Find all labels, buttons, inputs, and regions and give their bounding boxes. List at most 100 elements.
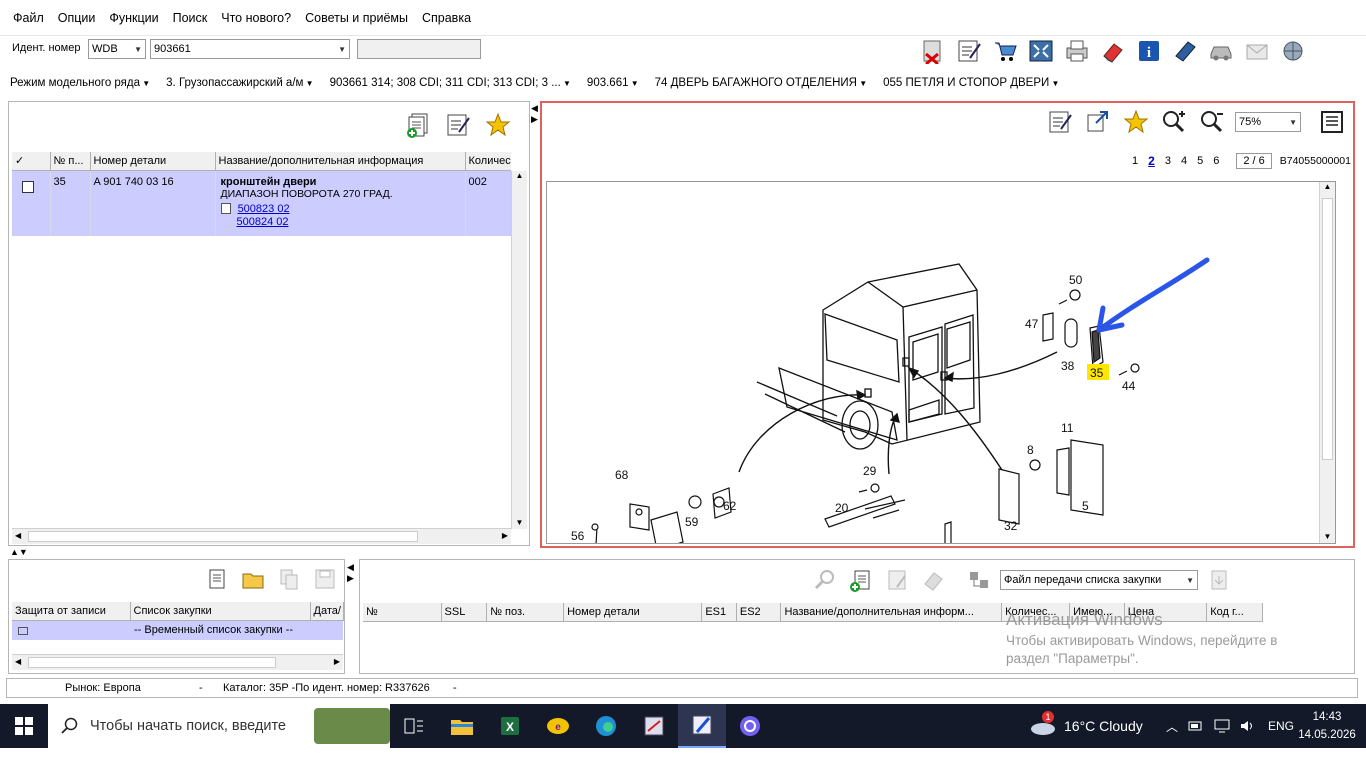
star-icon[interactable] bbox=[1121, 107, 1151, 137]
zoom-out-icon[interactable] bbox=[1197, 107, 1227, 137]
edge-icon[interactable] bbox=[582, 704, 630, 748]
page-link[interactable]: 1 bbox=[1132, 155, 1138, 167]
menu-tips[interactable]: Советы и приёмы bbox=[305, 11, 408, 25]
delete-icon[interactable] bbox=[918, 36, 948, 66]
breadcrumb-item[interactable]: 055 ПЕТЛЯ И СТОПОР ДВЕРИ bbox=[883, 77, 1059, 89]
volume-icon[interactable] bbox=[1240, 719, 1254, 733]
col-part-number[interactable]: Номер детали bbox=[90, 152, 216, 171]
col-part-number[interactable]: Номер детали bbox=[563, 603, 703, 622]
car-icon[interactable] bbox=[1206, 36, 1236, 66]
info-icon[interactable]: i bbox=[1134, 36, 1164, 66]
row-link[interactable]: 500824 02 bbox=[237, 216, 289, 228]
viber-icon[interactable] bbox=[726, 704, 774, 748]
transfer-file-select[interactable]: Файл передачи списка закупки ▼ bbox=[1000, 570, 1198, 590]
col-pos[interactable]: № поз. bbox=[486, 603, 565, 622]
edit-list-icon[interactable] bbox=[954, 36, 984, 66]
page-link[interactable]: 6 bbox=[1213, 155, 1219, 167]
col-ssl[interactable]: SSL bbox=[441, 603, 488, 622]
eraser-icon[interactable] bbox=[1098, 36, 1128, 66]
globe-icon[interactable] bbox=[1278, 36, 1308, 66]
col-write-protect[interactable]: Защита от записи bbox=[12, 602, 131, 621]
copy-icon[interactable] bbox=[274, 564, 304, 594]
language-indicator[interactable]: ENG bbox=[1268, 719, 1294, 733]
col-available[interactable]: Имею... bbox=[1069, 603, 1125, 622]
weather-widget[interactable]: 1 16°C Cloudy bbox=[1030, 704, 1143, 748]
book-icon[interactable] bbox=[1170, 36, 1200, 66]
edit-list-icon[interactable] bbox=[1045, 107, 1075, 137]
col-es1[interactable]: ES1 bbox=[701, 603, 737, 622]
app-icon[interactable]: e bbox=[534, 704, 582, 748]
col-es2[interactable]: ES2 bbox=[736, 603, 782, 622]
fullscreen-icon[interactable] bbox=[1026, 36, 1056, 66]
app-window-icon[interactable] bbox=[630, 704, 678, 748]
transfer-icon[interactable] bbox=[964, 565, 994, 595]
breadcrumb-item[interactable]: 903.661 bbox=[587, 77, 639, 89]
page-link[interactable]: 4 bbox=[1181, 155, 1187, 167]
open-folder-icon[interactable] bbox=[238, 564, 268, 594]
edit-list-icon[interactable] bbox=[882, 565, 912, 595]
col-pos[interactable]: № п... bbox=[50, 152, 91, 171]
menu-functions[interactable]: Функции bbox=[109, 11, 158, 25]
row-link[interactable]: 500823 02 bbox=[238, 203, 290, 215]
eraser-icon[interactable] bbox=[918, 565, 948, 595]
splitter-handle[interactable]: ◀ ▶ bbox=[531, 103, 539, 129]
taskbar-search[interactable]: Чтобы начать поиск, введите bbox=[48, 704, 390, 748]
breadcrumb-item[interactable]: 74 ДВЕРЬ БАГАЖНОГО ОТДЕЛЕНИЯ bbox=[655, 77, 868, 89]
parts-vscrollbar[interactable]: ▲ ▼ bbox=[511, 171, 527, 529]
cart-icon[interactable] bbox=[990, 36, 1020, 66]
splitter-handle[interactable]: ▲▼ bbox=[10, 547, 40, 557]
row-checkbox[interactable] bbox=[22, 180, 34, 193]
battery-icon[interactable] bbox=[1188, 720, 1204, 732]
print-icon[interactable] bbox=[1062, 36, 1092, 66]
col-qty[interactable]: Количес... bbox=[1001, 603, 1071, 622]
chevron-up-icon[interactable]: ︿ bbox=[1166, 718, 1178, 735]
page-link[interactable]: 3 bbox=[1165, 155, 1171, 167]
menu-options[interactable]: Опции bbox=[58, 11, 96, 25]
menu-whats-new[interactable]: Что нового? bbox=[221, 11, 291, 25]
col-code[interactable]: Код г... bbox=[1206, 603, 1263, 622]
legend-icon[interactable] bbox=[1317, 107, 1347, 137]
add-to-list-icon[interactable] bbox=[403, 110, 433, 140]
network-icon[interactable] bbox=[1214, 719, 1230, 733]
add-to-list-icon[interactable] bbox=[846, 565, 876, 595]
shopping-hscrollbar[interactable]: ◀ ▶ bbox=[12, 654, 343, 670]
search-parts-icon[interactable] bbox=[810, 565, 840, 595]
save-icon[interactable] bbox=[310, 564, 340, 594]
col-name[interactable]: Название/дополнительная информация bbox=[215, 152, 466, 171]
col-name[interactable]: Название/дополнительная информ... bbox=[780, 603, 1003, 622]
page-link[interactable]: 5 bbox=[1197, 155, 1203, 167]
windows-start-icon[interactable] bbox=[0, 704, 48, 748]
file-explorer-icon[interactable] bbox=[438, 704, 486, 748]
col-check[interactable]: ✓ bbox=[12, 152, 51, 171]
col-date[interactable]: Дата/ bbox=[310, 602, 344, 621]
mail-icon[interactable] bbox=[1242, 36, 1272, 66]
new-list-icon[interactable] bbox=[202, 564, 232, 594]
splitter-handle[interactable]: ◀ ▶ bbox=[347, 562, 355, 586]
zoom-in-icon[interactable] bbox=[1159, 107, 1189, 137]
edit-list-icon[interactable] bbox=[443, 110, 473, 140]
table-row[interactable]: -- Временный список закупки -- bbox=[12, 620, 343, 640]
clock[interactable]: 14:43 14.05.2026 bbox=[1296, 708, 1358, 744]
table-row[interactable]: 35 A 901 740 03 16 кронштейн двери ДИАПА… bbox=[12, 170, 511, 236]
col-price[interactable]: Цена bbox=[1124, 603, 1208, 622]
menu-help[interactable]: Справка bbox=[422, 11, 471, 25]
ident-extra-field[interactable] bbox=[357, 39, 481, 59]
task-view-icon[interactable] bbox=[390, 704, 438, 748]
breadcrumb-item[interactable]: Режим модельного ряда bbox=[10, 77, 150, 89]
excel-icon[interactable]: X bbox=[486, 704, 534, 748]
menu-file[interactable]: Файл bbox=[13, 11, 44, 25]
breadcrumb-item[interactable]: 3. Грузопассажирский а/м bbox=[166, 77, 313, 89]
export-icon[interactable] bbox=[1204, 565, 1234, 595]
zoom-select[interactable]: 75% ▼ bbox=[1235, 112, 1301, 132]
col-qty[interactable]: Количес bbox=[465, 152, 511, 171]
star-icon[interactable] bbox=[483, 110, 513, 140]
page-link-current[interactable]: 2 bbox=[1148, 154, 1155, 168]
epc-app-icon[interactable] bbox=[678, 704, 726, 748]
menu-search[interactable]: Поиск bbox=[173, 11, 208, 25]
parts-hscrollbar[interactable]: ◀ ▶ bbox=[12, 528, 511, 544]
open-external-icon[interactable] bbox=[1083, 107, 1113, 137]
drawing-canvas[interactable]: 50 47 38 35 44 11 8 5 32 29 20 68 62 59 … bbox=[546, 181, 1336, 544]
drawing-vscrollbar[interactable]: ▲ ▼ bbox=[1319, 182, 1335, 543]
ident-prefix-select[interactable]: WDB ▼ bbox=[88, 39, 146, 59]
ident-number-input[interactable]: 903661 ▼ bbox=[150, 39, 350, 59]
